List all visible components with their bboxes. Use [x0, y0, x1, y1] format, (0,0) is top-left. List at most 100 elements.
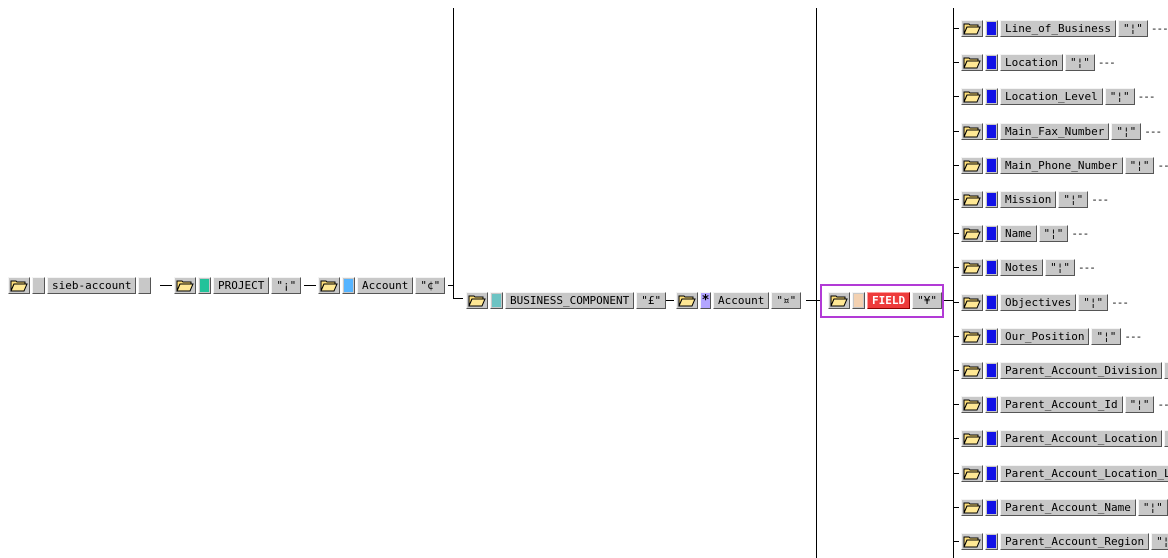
field-item-ellipsis: ---: [1071, 227, 1089, 241]
node-label[interactable]: BUSINESS_COMPONENT: [505, 292, 635, 309]
field-list-item[interactable]: Main_Fax_Number "¦" ---: [961, 122, 1162, 141]
tree-node-field[interactable]: FIELD "¥": [828, 291, 942, 310]
folder-icon[interactable]: [961, 498, 983, 516]
folder-icon[interactable]: [961, 259, 983, 277]
folder-icon[interactable]: [8, 277, 30, 294]
field-item-ellipsis: ---: [1137, 90, 1156, 104]
field-item-separator: "¦": [1104, 88, 1135, 106]
field-list-item[interactable]: Parent_Account_Location": [961, 429, 1168, 448]
field-list-item[interactable]: Parent_Account_Division": [961, 361, 1168, 380]
field-list-item[interactable]: Name "¦" ---: [961, 224, 1089, 243]
field-item-label[interactable]: Line_of_Business: [1000, 20, 1116, 37]
node-label[interactable]: PROJECT: [213, 277, 270, 294]
folder-icon[interactable]: [961, 396, 983, 414]
connector-root-project: [160, 285, 172, 286]
folder-icon[interactable]: [961, 88, 983, 106]
connector-field-item: [953, 62, 959, 64]
connector-field-item: [953, 130, 959, 132]
field-item-ellipsis: ---: [1097, 56, 1116, 70]
field-list-item[interactable]: Main_Phone_Number"¦"---: [961, 156, 1168, 175]
folder-icon[interactable]: [961, 464, 983, 482]
field-item-ellipsis: ---: [1078, 261, 1096, 275]
field-color-swatch: [985, 498, 998, 516]
folder-icon[interactable]: [961, 20, 983, 37]
field-item-label[interactable]: Main_Fax_Number: [1000, 122, 1110, 140]
field-item-ellipsis: ---: [1111, 295, 1129, 309]
field-item-separator: "¦": [1124, 156, 1155, 174]
field-item-label[interactable]: Parent_Account_Id: [1000, 396, 1123, 414]
folder-icon[interactable]: [961, 122, 983, 140]
field-list-item[interactable]: Parent_Account_Region "¦: [961, 532, 1168, 551]
connector-field-item: [953, 506, 959, 508]
field-list-item[interactable]: Parent_Account_Id"¦"---: [961, 395, 1168, 414]
field-item-separator: "¦": [1117, 20, 1148, 37]
tree-node-business-component[interactable]: BUSINESS_COMPONENT "£": [466, 291, 667, 310]
field-item-label[interactable]: Mission: [1000, 191, 1057, 208]
field-item-label[interactable]: Our_Position: [1000, 327, 1090, 345]
field-item-separator: "¦": [1064, 54, 1095, 72]
field-item-label[interactable]: Main_Phone_Number: [1000, 156, 1123, 174]
tree-node-root[interactable]: sieb-account: [8, 276, 152, 295]
folder-icon[interactable]: [676, 292, 698, 309]
connector-field-item: [953, 199, 959, 200]
field-item-label[interactable]: Parent_Account_Name: [1000, 498, 1136, 516]
folder-icon[interactable]: [961, 533, 983, 550]
folder-icon[interactable]: [961, 54, 983, 72]
folder-icon[interactable]: [961, 156, 983, 174]
field-list-item[interactable]: Our_Position "¦" ---: [961, 327, 1142, 346]
field-item-label[interactable]: Parent_Account_Location: [1000, 430, 1163, 448]
field-color-swatch: [985, 225, 998, 243]
field-color-swatch: [985, 54, 998, 72]
connector-account-field: [806, 300, 820, 301]
field-item-label[interactable]: Location: [1000, 54, 1063, 72]
field-list-item[interactable]: Line_of_Business "¦" ---: [961, 19, 1168, 38]
field-item-label[interactable]: Parent_Account_Region: [1000, 533, 1150, 550]
node-separator: "£": [636, 292, 667, 309]
field-color-swatch: [985, 464, 998, 482]
field-list-item[interactable]: Parent_Account_Location_Le: [961, 464, 1168, 483]
folder-icon[interactable]: [961, 293, 983, 311]
node-label[interactable]: FIELD: [867, 292, 911, 309]
field-list-item[interactable]: Objectives "¦" ---: [961, 293, 1129, 312]
node-label[interactable]: sieb-account: [47, 277, 137, 294]
folder-icon[interactable]: [466, 292, 488, 309]
field-item-label[interactable]: Notes: [1000, 259, 1044, 277]
node-label[interactable]: Account: [357, 277, 414, 294]
tree-divider-3: [953, 8, 954, 558]
folder-icon[interactable]: [961, 362, 983, 379]
folder-icon[interactable]: [961, 327, 983, 345]
star-icon: *: [700, 292, 711, 309]
field-list-item[interactable]: Parent_Account_Name"¦"-: [961, 498, 1168, 517]
tree-node-bc-account[interactable]: * Account "¤": [676, 291, 802, 310]
field-item-label[interactable]: Objectives: [1000, 293, 1077, 311]
connector-field-item: [953, 28, 959, 29]
field-list-item[interactable]: Notes "¦" ---: [961, 258, 1096, 277]
folder-icon[interactable]: [318, 277, 340, 294]
folder-icon[interactable]: [828, 292, 850, 309]
connector-field-item: [953, 438, 959, 440]
node-color-swatch: [490, 292, 503, 309]
folder-icon[interactable]: [961, 225, 983, 243]
field-item-label[interactable]: Parent_Account_Division: [1000, 362, 1163, 379]
field-item-separator: "¦: [1151, 533, 1168, 550]
node-separator: "¥": [912, 292, 942, 309]
connector-field-item: [953, 164, 959, 166]
node-separator: "¢": [415, 277, 446, 294]
connector-field-item: [953, 404, 959, 406]
node-color-swatch: [852, 292, 865, 309]
folder-icon[interactable]: [961, 191, 983, 208]
tree-node-account[interactable]: Account "¢": [318, 276, 446, 295]
node-separator: "¡": [271, 277, 302, 294]
folder-icon[interactable]: [961, 430, 983, 448]
field-item-separator: "¦": [1058, 191, 1089, 208]
field-list-item[interactable]: Mission "¦" ---: [961, 190, 1109, 209]
field-list-item[interactable]: Location "¦" ---: [961, 53, 1116, 72]
field-list-item[interactable]: Location_Level "¦" ---: [961, 87, 1156, 106]
field-item-label[interactable]: Name: [1000, 225, 1037, 243]
field-item-label[interactable]: Parent_Account_Location_Le: [1000, 464, 1168, 482]
folder-icon[interactable]: [174, 277, 196, 294]
tree-node-project[interactable]: PROJECT "¡": [174, 276, 302, 295]
node-label[interactable]: Account: [713, 292, 770, 309]
node-color-swatch: [342, 277, 355, 294]
field-item-label[interactable]: Location_Level: [1000, 88, 1103, 106]
